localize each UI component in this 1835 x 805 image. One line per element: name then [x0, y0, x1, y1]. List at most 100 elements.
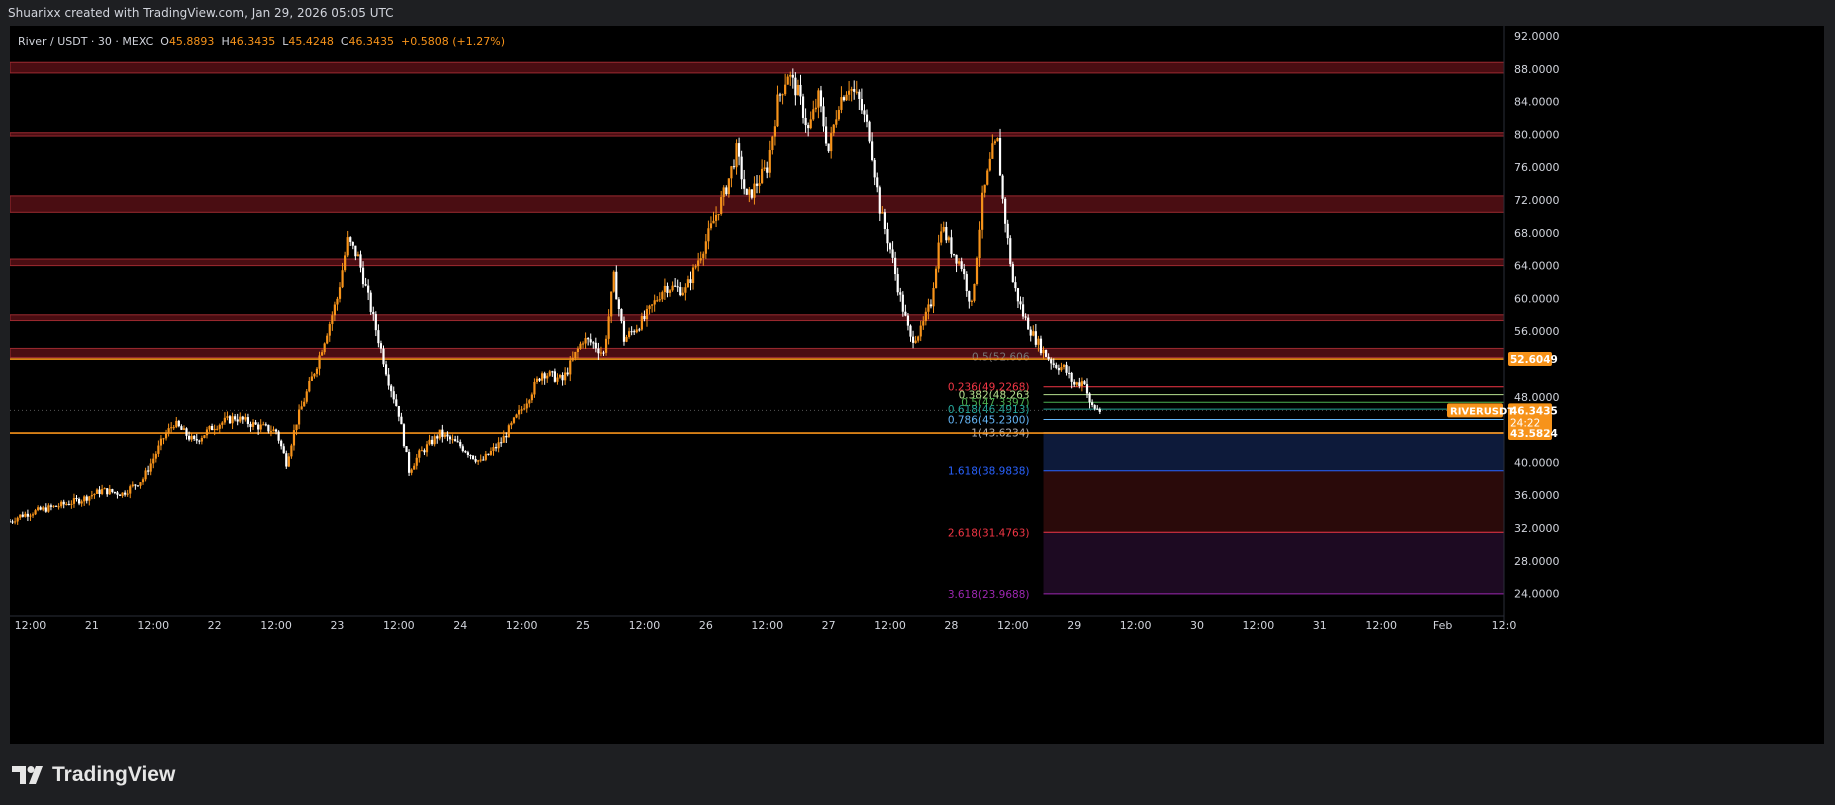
candle-body: [326, 335, 329, 344]
candle-body: [786, 76, 789, 85]
candle-body: [44, 507, 47, 512]
candle-body: [510, 422, 513, 426]
x-tick-label: 12:00: [1243, 619, 1275, 632]
candle-body: [981, 192, 984, 230]
x-tick-label: 12:00: [1120, 619, 1152, 632]
candle-body: [254, 422, 257, 425]
candles: [10, 68, 1101, 525]
tradingview-logo-text: TradingView: [52, 763, 176, 786]
candle-body: [124, 492, 127, 495]
candle-body: [975, 258, 979, 284]
candle-body: [1080, 381, 1083, 387]
y-tick-label: 28.0000: [1514, 555, 1560, 568]
candle-body: [390, 385, 393, 392]
y-tick-label: 84.0000: [1514, 96, 1560, 109]
candle-body: [259, 424, 262, 430]
x-tick-label: 30: [1190, 619, 1204, 632]
candle-body: [57, 506, 60, 508]
candle-body: [433, 436, 436, 445]
candle-body: [819, 90, 823, 107]
candle-body: [1057, 367, 1060, 371]
candle-body: [587, 338, 590, 340]
candle-body: [469, 454, 472, 456]
candle-body: [740, 156, 743, 180]
candle-body: [942, 226, 945, 232]
candle-body: [617, 299, 620, 310]
candle-body: [213, 428, 216, 431]
candle-body: [589, 339, 592, 343]
candle-body: [1024, 316, 1027, 318]
candle-body: [579, 343, 582, 349]
candle-body: [367, 285, 370, 293]
tradingview-logo[interactable]: TradingView: [12, 763, 175, 787]
candle-body: [528, 400, 531, 404]
candle-body: [1070, 372, 1073, 382]
candle-body: [610, 291, 613, 317]
candle-body: [21, 514, 24, 517]
candle-body: [663, 285, 667, 293]
candle-body: [799, 84, 802, 97]
x-tick-label: 12:00: [997, 619, 1029, 632]
candle-body: [730, 166, 733, 179]
candle-body: [187, 435, 191, 440]
candle-body: [484, 453, 487, 460]
candle-body: [963, 268, 966, 275]
symbol-name[interactable]: River / USDT · 30 · MEXC: [18, 35, 153, 48]
candle-body: [1019, 301, 1022, 305]
candle-body: [39, 507, 42, 510]
candle-body: [709, 223, 713, 229]
candle-body: [546, 375, 549, 379]
candle-body: [29, 515, 32, 517]
x-tick-label: 22: [208, 619, 222, 632]
candle-body: [940, 231, 943, 243]
candle-body: [845, 94, 848, 101]
candle-body: [502, 435, 505, 443]
tradingview-logo-icon: [12, 766, 43, 784]
candle-body: [37, 507, 40, 511]
candle-body: [177, 420, 180, 427]
candle-body: [505, 435, 508, 438]
resistance-zone-5: [10, 347, 1505, 358]
low-value: 45.4248: [288, 35, 334, 48]
fib-label-top-partial: 0.5(52.606: [972, 352, 1030, 364]
candle-body: [489, 450, 493, 455]
fib-band-1: [1043, 470, 1504, 533]
candle-body: [768, 150, 771, 173]
candle-body: [755, 183, 759, 186]
candle-body: [697, 260, 700, 267]
candle-body: [205, 429, 209, 436]
candle-body: [584, 338, 587, 344]
candle-body: [876, 177, 879, 188]
candle-body: [305, 391, 308, 402]
candle-body: [855, 91, 858, 93]
candle-body: [543, 373, 546, 379]
candle-body: [620, 309, 623, 322]
candle-body: [200, 437, 203, 442]
candlestick-chart[interactable]: 0.236(49.2268)0.382(48.2630.5(47.3397)0.…: [10, 26, 1824, 744]
candle-body: [131, 484, 134, 487]
candle-body: [1075, 382, 1078, 385]
x-tick-label: 28: [944, 619, 958, 632]
candle-body: [172, 427, 175, 429]
candle-body: [272, 429, 275, 432]
high-value: 46.3435: [229, 35, 276, 48]
candle-body: [372, 311, 375, 315]
candle-body: [1060, 367, 1063, 371]
candle-body: [42, 507, 45, 510]
candle-body: [121, 492, 124, 496]
chart-area[interactable]: 0.236(49.2268) 0.382(48.263 0.5(47.3397) 0.…: [10, 26, 1824, 744]
x-tick-label: 12:00: [1365, 619, 1397, 632]
open-label: O: [160, 35, 169, 48]
candle-body: [392, 391, 395, 400]
chart-caption: Shuarixx created with TradingView.com, J…: [8, 6, 394, 20]
candle-body: [922, 321, 925, 326]
candle-body: [331, 315, 334, 325]
candle-body: [597, 348, 600, 354]
candle-body: [960, 261, 963, 269]
x-tick-label: 24: [453, 619, 467, 632]
candle-body: [909, 325, 912, 337]
candle-body: [274, 429, 278, 432]
candle-body: [210, 425, 214, 431]
candle-body: [152, 458, 155, 464]
candle-body: [477, 460, 480, 462]
